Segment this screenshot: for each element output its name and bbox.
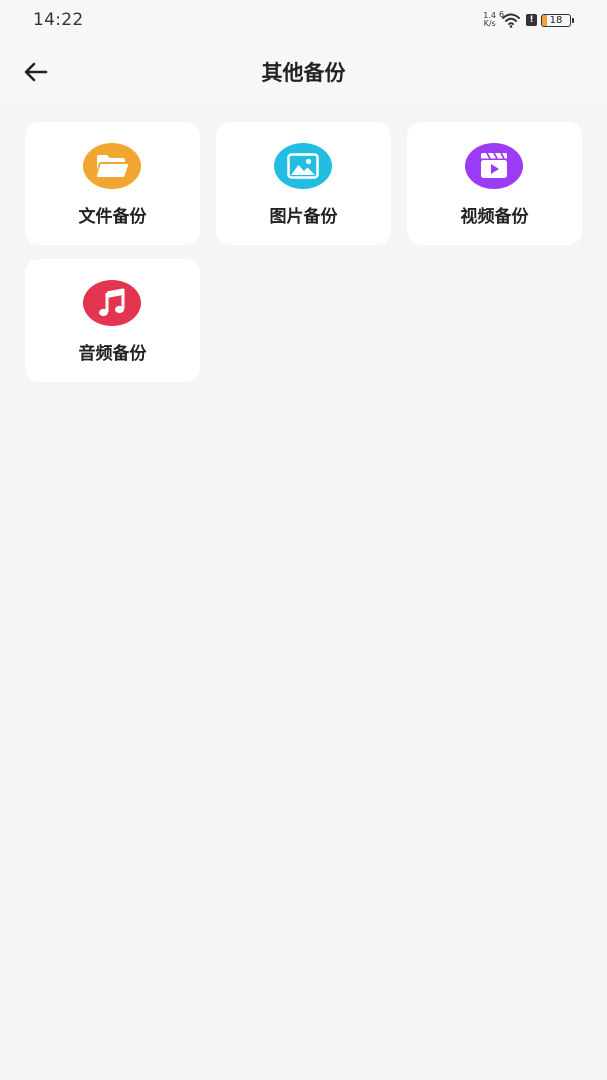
battery-icon: 18: [541, 13, 571, 27]
music-icon: [99, 288, 125, 317]
network-speed: 1.4 K/s: [483, 12, 496, 28]
alert-icon: !: [526, 14, 537, 26]
image-icon: [287, 153, 319, 179]
video-backup-icon-bg: [465, 143, 523, 189]
battery-fill: [542, 14, 548, 26]
battery-level: 18: [549, 14, 563, 26]
wifi-icon: 6: [499, 10, 522, 28]
network-speed-unit: K/s: [483, 19, 496, 28]
page-title: 其他备份: [261, 61, 346, 85]
file-backup-label: 文件备份: [78, 207, 147, 227]
image-backup-icon-bg: [274, 143, 332, 189]
wifi-badge: 6: [499, 10, 505, 19]
header: 其他备份: [0, 42, 607, 101]
status-time: 14:22: [33, 10, 84, 30]
audio-backup-label: 音频备份: [78, 344, 147, 364]
audio-backup-icon-bg: [83, 280, 141, 326]
image-backup-label: 图片备份: [269, 207, 338, 227]
file-backup-icon-bg: [83, 143, 141, 189]
file-backup-card[interactable]: 文件备份: [25, 122, 200, 245]
battery-cap: [572, 17, 574, 23]
folder-icon: [96, 155, 129, 177]
video-backup-label: 视频备份: [460, 207, 529, 227]
image-backup-card[interactable]: 图片备份: [216, 122, 391, 245]
video-backup-card[interactable]: 视频备份: [407, 122, 582, 245]
status-icons: 1.4 K/s 6 ! 18: [483, 10, 574, 30]
audio-backup-card[interactable]: 音频备份: [25, 259, 200, 382]
status-bar: 14:22 1.4 K/s 6 ! 18: [0, 0, 607, 42]
video-icon: [481, 152, 507, 178]
